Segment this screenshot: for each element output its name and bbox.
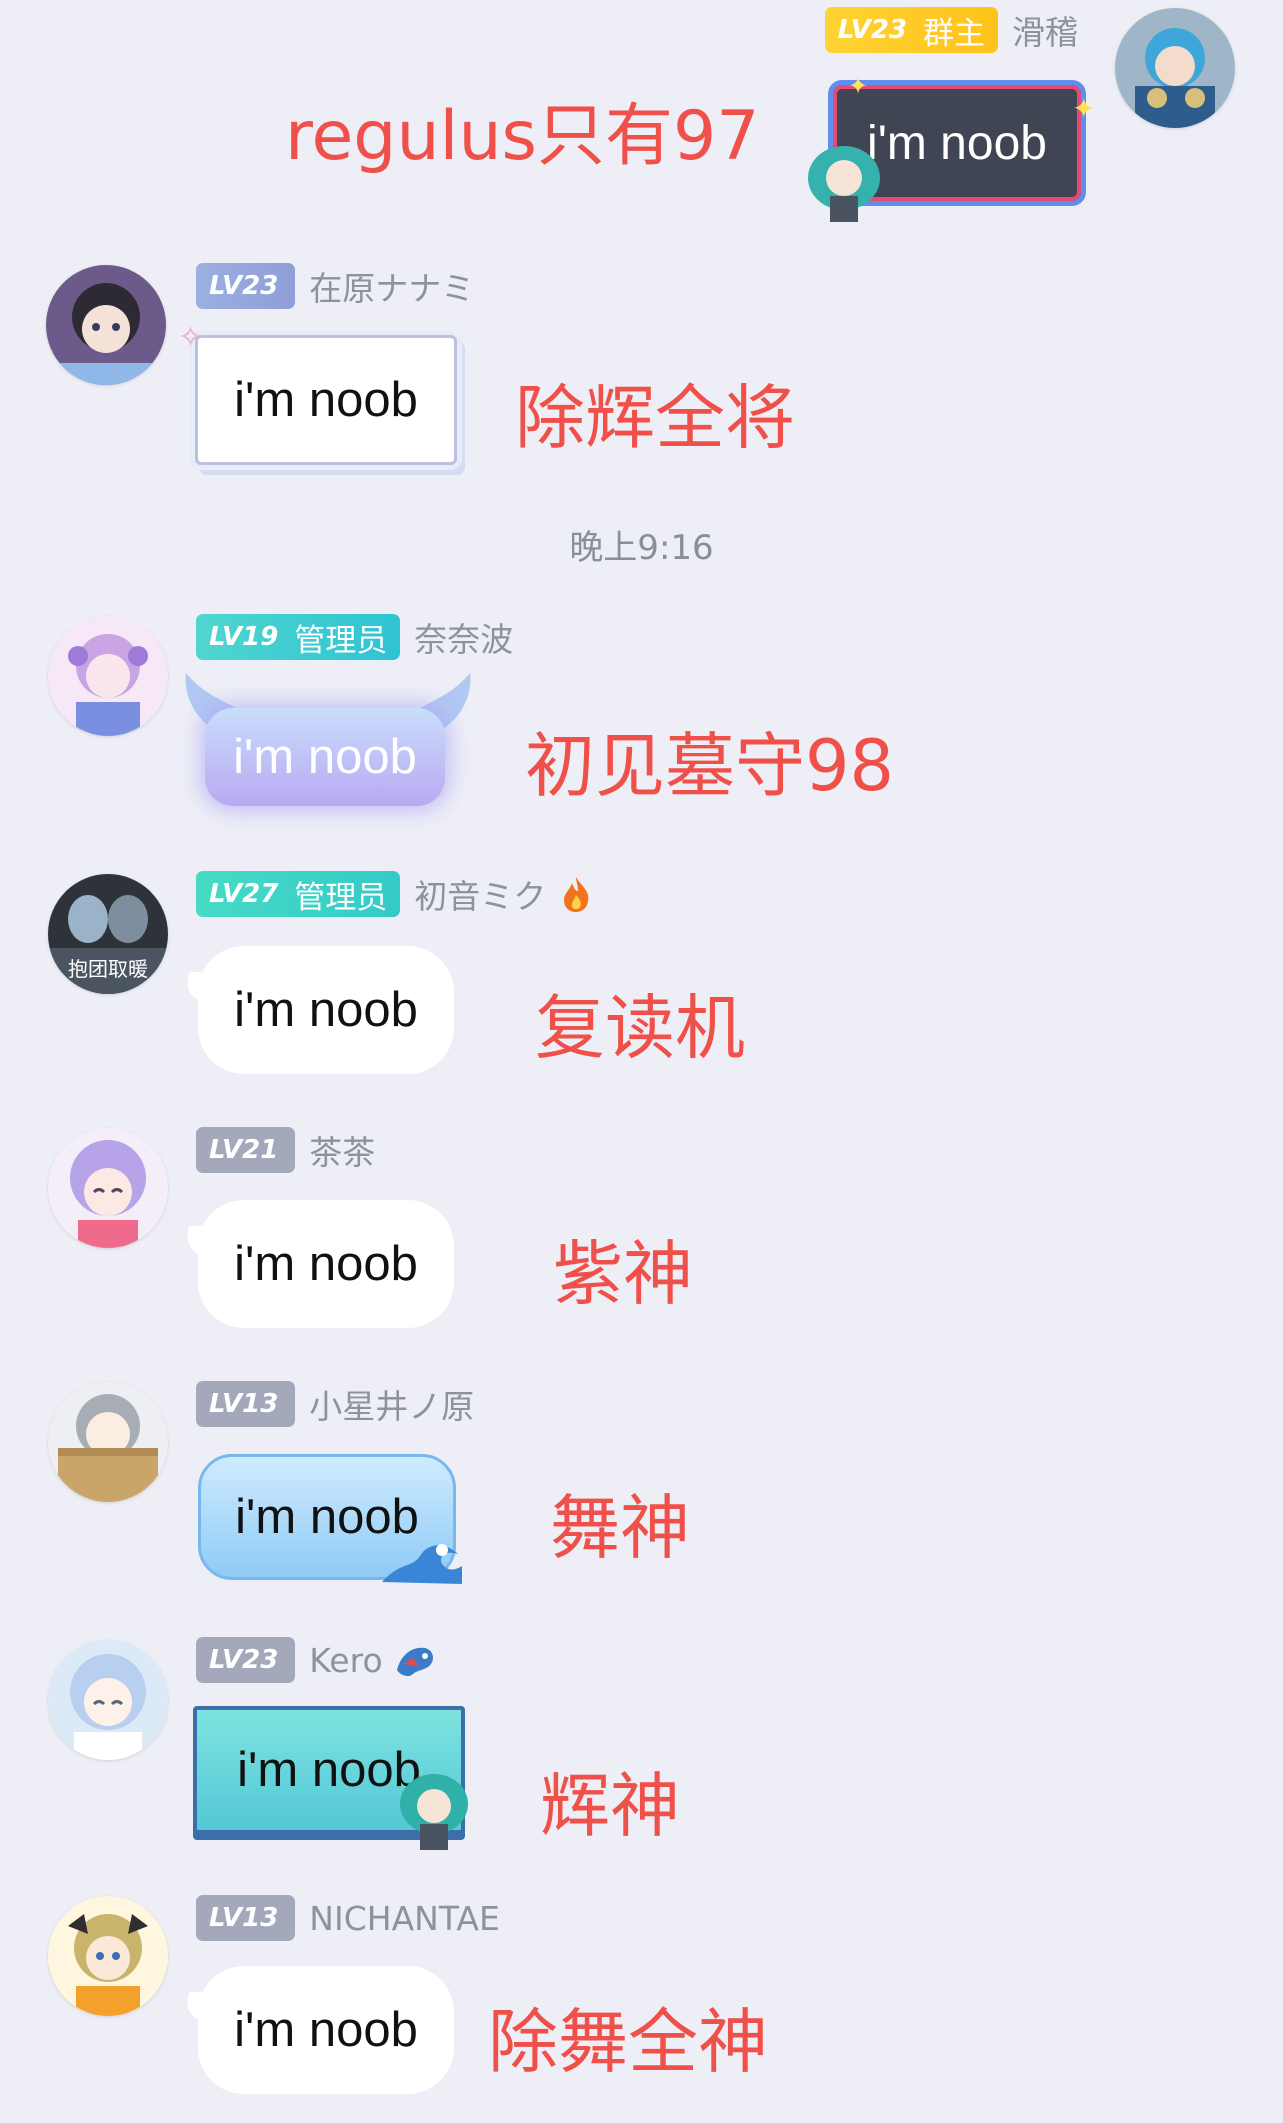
avatar[interactable] <box>48 1382 168 1502</box>
level-badge: LV21 <box>196 1127 296 1173</box>
annotation-text: 除辉全将 <box>515 377 795 459</box>
message-bubble[interactable]: i'm noob <box>198 946 454 1074</box>
message-row-5: LV13 小星井ノ原 i'm noob 舞神 <box>0 1372 1283 1602</box>
sparkle-icon: ✧ <box>178 320 204 355</box>
sticker-figure <box>392 1768 476 1852</box>
level-badge: LV19 管理员 <box>196 614 401 660</box>
avatar-caption: 抱团取暖 <box>68 957 148 981</box>
message-row-6: LV23 Kero i'm noob 辉神 <box>0 1628 1283 1868</box>
message-bubble[interactable]: i'm noob <box>205 708 445 806</box>
message-text: i'm noob <box>234 2003 418 2057</box>
sender-name: 奈奈波 <box>414 620 514 659</box>
annotation-text: 初见墓守98 <box>525 725 895 807</box>
message-row-4: LV21 茶茶 i'm noob 紫神 <box>0 1118 1283 1348</box>
sender-name: 小星井ノ原 <box>309 1387 475 1426</box>
avatar[interactable] <box>48 1896 168 2016</box>
message-text: i'm noob <box>867 116 1047 170</box>
message-meta: LV27 管理员 初音ミク <box>196 870 592 918</box>
message-meta: LV23 在原ナナミ <box>196 262 474 310</box>
avatar[interactable] <box>46 265 166 385</box>
message-row-1: LV23 在原ナナミ i'm noob ✧ 除辉全将 <box>0 250 1283 480</box>
message-meta: LV19 管理员 奈奈波 <box>196 613 513 661</box>
dragon-icon <box>393 1640 437 1680</box>
sender-name: Kero <box>309 1640 383 1680</box>
message-bubble[interactable]: i'm noob <box>198 1966 454 2094</box>
message-meta: LV13 小星井ノ原 <box>196 1380 474 1428</box>
message-meta: LV23 Kero <box>196 1636 437 1684</box>
message-meta: LV13 NICHANTAE <box>196 1894 500 1942</box>
avatar[interactable] <box>48 616 168 736</box>
level-badge: LV13 <box>196 1381 296 1427</box>
wave-decoration <box>382 1532 462 1588</box>
sender-name: 茶茶 <box>309 1133 376 1172</box>
message-row-0: LV23 群主 滑稽 i'm noob ✦ ✦ regulus只有97 <box>0 0 1283 230</box>
message-bubble[interactable]: i'm noob <box>195 335 457 465</box>
message-bubble[interactable]: i'm noob <box>198 1200 454 1328</box>
annotation-text: 紫神 <box>553 1233 693 1315</box>
fire-icon <box>560 875 592 913</box>
message-text: i'm noob <box>233 730 417 784</box>
sender-name: 滑稽 <box>1012 13 1078 52</box>
message-row-2: LV19 管理员 奈奈波 i'm noob 初见墓守98 <box>0 608 1283 838</box>
avatar[interactable] <box>48 1640 168 1760</box>
sender-name: 在原ナナミ <box>309 269 475 308</box>
message-text: i'm noob <box>234 983 418 1037</box>
message-text: i'm noob <box>234 1237 418 1291</box>
star-icon: ✦ <box>848 72 869 100</box>
annotation-text: 辉神 <box>540 1765 680 1847</box>
annotation-text: regulus只有97 <box>285 97 760 176</box>
annotation-text: 除舞全神 <box>488 2001 768 2083</box>
avatar[interactable] <box>1115 8 1235 128</box>
sender-name: NICHANTAE <box>309 1898 500 1938</box>
annotation-text: 复读机 <box>535 987 745 1069</box>
message-text: i'm noob <box>234 373 418 427</box>
star-icon: ✦ <box>1072 92 1096 125</box>
level-badge: LV23 <box>196 1637 296 1683</box>
message-meta: LV23 群主 滑稽 <box>824 6 1078 54</box>
avatar[interactable]: 抱团取暖 <box>48 874 168 994</box>
annotation-text: 舞神 <box>550 1487 690 1569</box>
avatar[interactable] <box>48 1128 168 1248</box>
level-badge: LV13 <box>196 1895 296 1941</box>
sender-name: 初音ミク <box>414 877 547 916</box>
level-badge: LV23 群主 <box>824 7 998 53</box>
timestamp: 晚上9:16 <box>569 528 714 568</box>
message-meta: LV21 茶茶 <box>196 1126 375 1174</box>
message-row-7: LV13 NICHANTAE i'm noob 除舞全神 <box>0 1886 1283 2116</box>
sticker-figure <box>800 140 888 224</box>
message-row-3: 抱团取暖 LV27 管理员 初音ミク i'm noob 复读机 <box>0 862 1283 1092</box>
level-badge: LV27 管理员 <box>196 871 401 917</box>
level-badge: LV23 <box>196 263 296 309</box>
